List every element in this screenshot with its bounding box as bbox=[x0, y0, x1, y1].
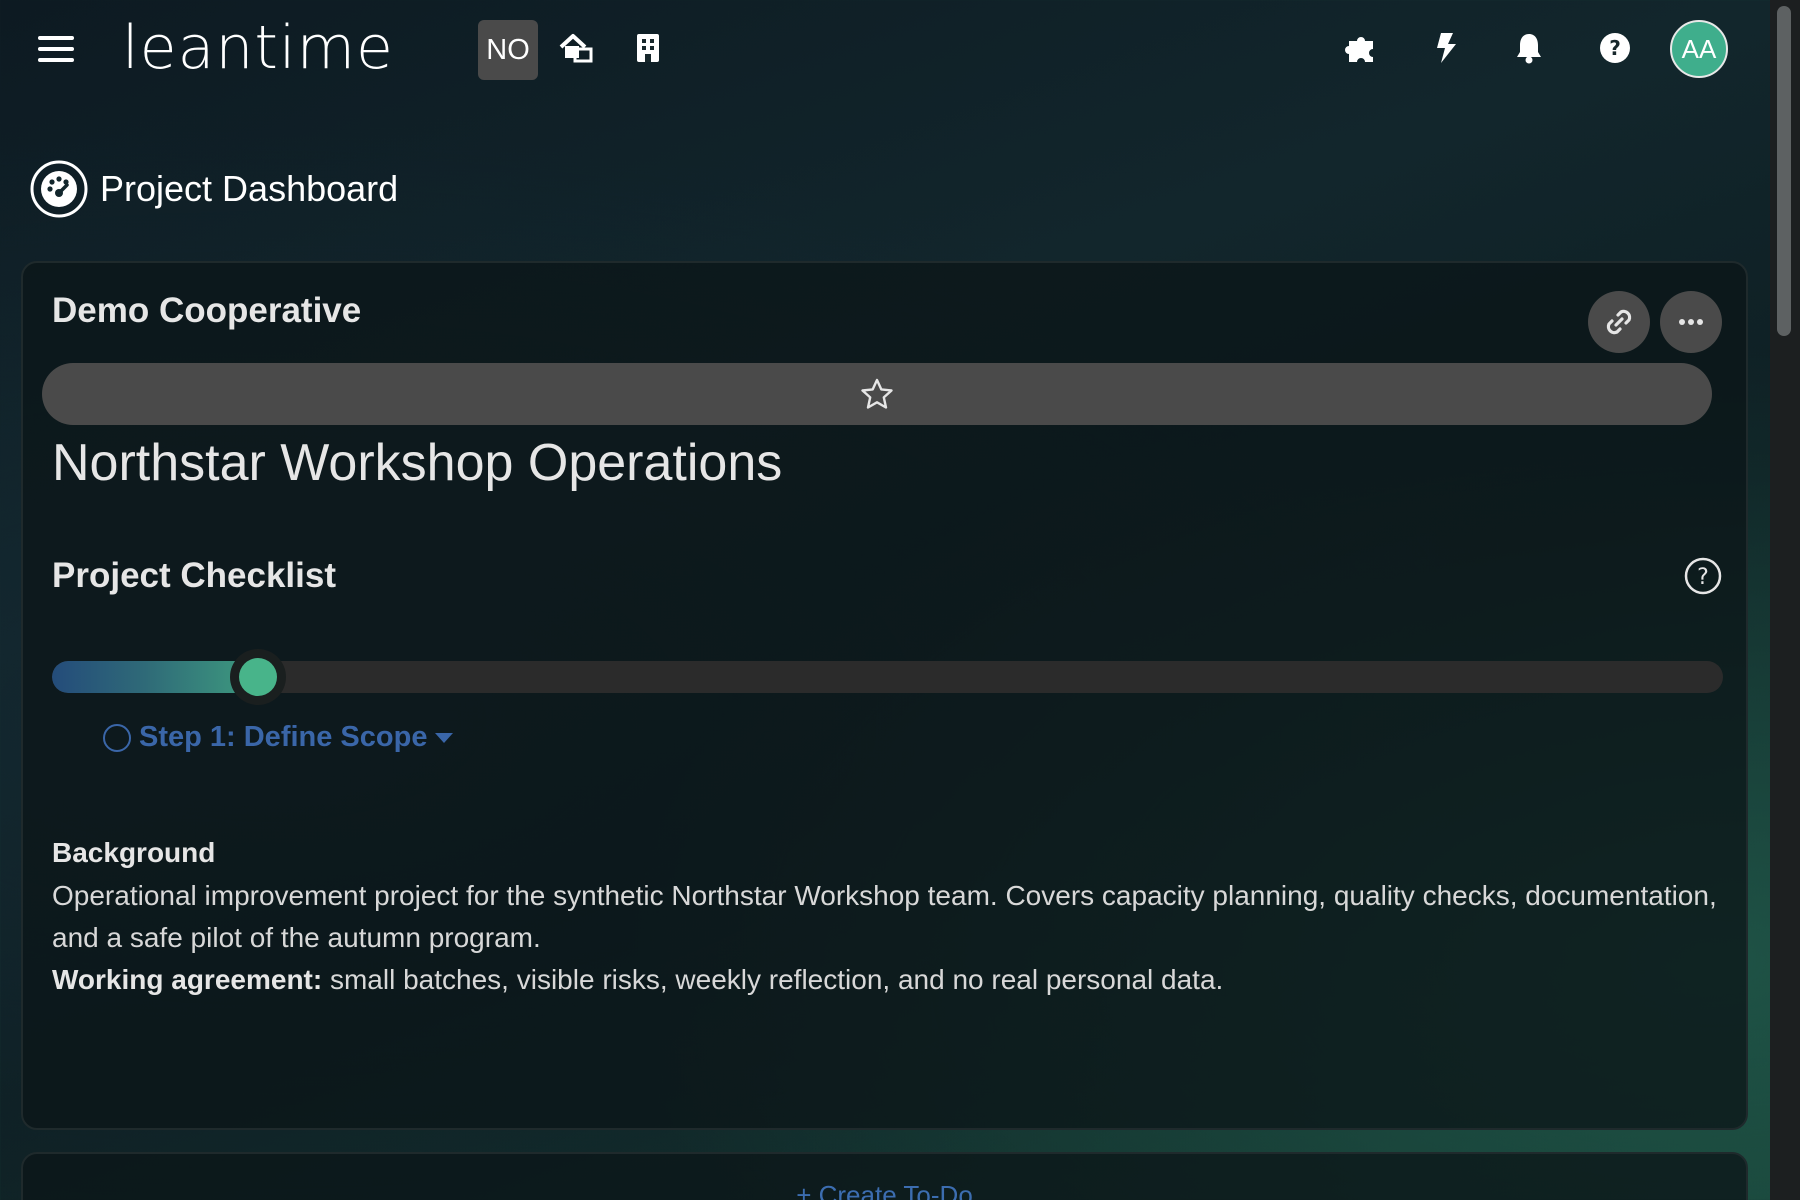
working-agreement-text: small batches, visible risks, weekly ref… bbox=[322, 964, 1224, 995]
caret-down-icon bbox=[435, 732, 454, 743]
working-agreement-line: Working agreement: small batches, visibl… bbox=[52, 959, 1722, 1001]
help-icon[interactable]: ? bbox=[1593, 26, 1637, 70]
bell-icon[interactable] bbox=[1507, 26, 1551, 70]
ellipsis-icon bbox=[1679, 319, 1703, 325]
checklist-progress-fill bbox=[52, 661, 258, 693]
project-name: Northstar Workshop Operations bbox=[52, 434, 783, 492]
project-badge[interactable]: NO bbox=[478, 20, 538, 80]
home-icon[interactable] bbox=[554, 26, 598, 70]
checklist-progress-handle[interactable] bbox=[230, 649, 286, 705]
svg-text:?: ? bbox=[1697, 565, 1709, 590]
current-step-dropdown[interactable]: Step 1: Define Scope bbox=[103, 721, 454, 754]
star-outline-icon bbox=[861, 378, 893, 409]
building-icon[interactable] bbox=[626, 26, 670, 70]
step-status-circle-icon bbox=[103, 723, 131, 752]
background-paragraph: Operational improvement project for the … bbox=[52, 880, 1717, 953]
hamburger-menu-icon[interactable] bbox=[38, 32, 76, 66]
more-options-button[interactable] bbox=[1660, 291, 1722, 353]
bolt-icon[interactable] bbox=[1424, 26, 1468, 70]
user-avatar[interactable]: AA bbox=[1670, 20, 1728, 78]
current-step-label: Step 1: Define Scope bbox=[139, 721, 428, 753]
favorite-project-bar[interactable] bbox=[42, 363, 1712, 425]
page-header: Project Dashboard bbox=[30, 158, 398, 220]
project-overview-card: Demo Cooperative Northstar Workshop Oper… bbox=[21, 261, 1748, 1130]
top-navigation-bar: leantime NO ? AA bbox=[0, 0, 1770, 100]
todo-card: + Create To-Do bbox=[21, 1152, 1748, 1200]
background-description: Operational improvement project for the … bbox=[52, 875, 1722, 1001]
page-title: Project Dashboard bbox=[100, 168, 399, 209]
background-heading: Background bbox=[52, 837, 216, 868]
puzzle-icon[interactable] bbox=[1340, 26, 1384, 70]
checklist-title: Project Checklist bbox=[52, 556, 336, 595]
client-name: Demo Cooperative bbox=[52, 291, 362, 330]
dashboard-gauge-icon bbox=[30, 160, 88, 218]
page-scrollbar-thumb[interactable] bbox=[1777, 6, 1791, 336]
link-icon bbox=[1606, 309, 1632, 335]
svg-text:?: ? bbox=[1609, 36, 1621, 60]
checklist-progress-track bbox=[52, 661, 1723, 693]
app-logo[interactable]: leantime bbox=[122, 8, 394, 88]
checklist-help-icon[interactable]: ? bbox=[1684, 557, 1722, 595]
create-todo-button[interactable]: + Create To-Do bbox=[23, 1180, 1746, 1200]
working-agreement-label: Working agreement: bbox=[52, 964, 323, 995]
copy-link-button[interactable] bbox=[1588, 291, 1650, 353]
